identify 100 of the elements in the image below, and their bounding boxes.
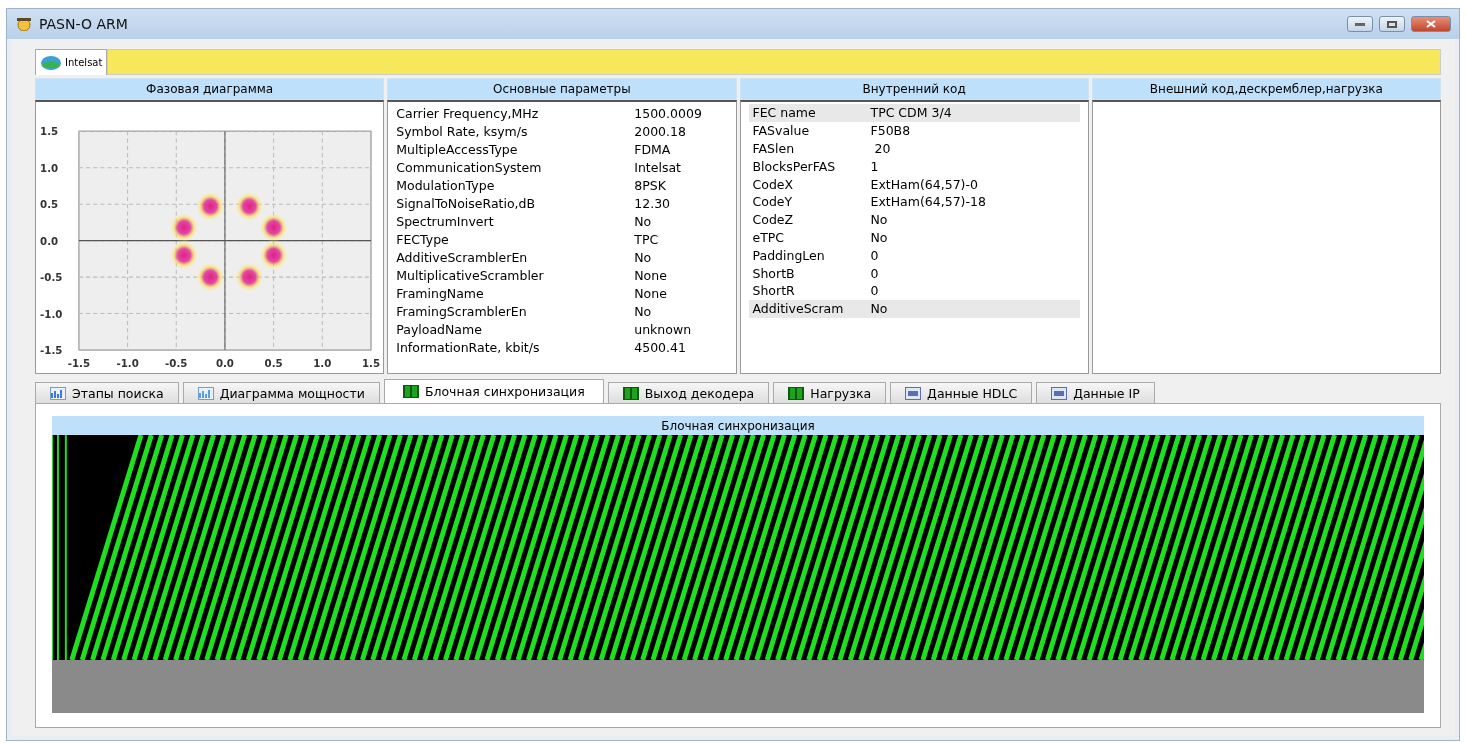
- param-row[interactable]: AdditiveScram No: [748, 299, 1080, 318]
- close-button[interactable]: [1411, 16, 1451, 32]
- param-value: 0: [870, 265, 880, 281]
- close-icon: [1426, 20, 1436, 28]
- param-name: CodeY: [752, 194, 794, 210]
- param-row[interactable]: PaddingLen 0: [748, 246, 1080, 265]
- panel-header: Внутренний код: [739, 78, 1089, 100]
- param-value: 8PSK: [634, 177, 667, 193]
- param-name: SpectrumInvert: [396, 213, 495, 229]
- blocks-icon: [402, 385, 419, 398]
- x-tick-label: -1.5: [67, 356, 91, 369]
- param-row[interactable]: CodeX ExtHam(64,57)-0: [748, 175, 1080, 193]
- param-value: None: [634, 285, 668, 301]
- panel-header: Фазовая диаграмма: [35, 78, 385, 100]
- y-tick-label: 1.5: [40, 125, 59, 138]
- y-tick-label: -1.0: [40, 307, 63, 320]
- param-value: 4500.41: [634, 339, 687, 355]
- param-value: No: [870, 301, 889, 317]
- param-name: ShortR: [752, 283, 796, 299]
- param-row[interactable]: ShortR 0: [748, 281, 1080, 300]
- param-value: None: [634, 267, 668, 283]
- param-value: 1: [870, 158, 880, 174]
- param-name: FramingScramblerEn: [396, 303, 528, 319]
- tab[interactable]: Данные IP: [1036, 382, 1155, 403]
- param-name: Symbol Rate, ksym/s: [396, 123, 529, 139]
- param-row[interactable]: FASvalue F50B8: [748, 121, 1080, 140]
- y-tick-label: -1.5: [40, 344, 63, 357]
- param-name: CodeZ: [752, 212, 795, 228]
- y-tick-label: 0.5: [40, 198, 59, 211]
- param-row[interactable]: CodeY ExtHam(64,57)-18: [748, 193, 1080, 211]
- param-value: 12.30: [634, 195, 672, 211]
- panel-header: Основные параметры: [387, 78, 737, 100]
- param-value: No: [870, 229, 889, 245]
- param-value: 0: [870, 283, 880, 299]
- param-name: FEC name: [752, 105, 817, 121]
- maximize-button[interactable]: [1379, 16, 1405, 32]
- param-row[interactable]: FEC name TPC CDM 3/4: [748, 104, 1080, 122]
- param-name: CodeX: [752, 176, 795, 192]
- app-icon: [15, 17, 33, 31]
- param-row[interactable]: eTPC No: [748, 228, 1080, 247]
- panel-header: Внешний код,дескремблер,нагрузка: [1091, 78, 1441, 100]
- param-row[interactable]: FASlen 20: [748, 139, 1080, 158]
- y-tick-label: 0.0: [40, 234, 59, 247]
- ip-icon: [1051, 386, 1068, 400]
- param-name: CommunicationSystem: [396, 159, 543, 175]
- param-name: PayloadName: [396, 321, 483, 337]
- bar-chart-icon: [50, 386, 66, 400]
- param-row[interactable]: CodeZ No: [748, 210, 1080, 229]
- param-name: ModulationType: [396, 177, 496, 193]
- param-name: InformationRate, kbit/s: [396, 339, 541, 355]
- param-value: 0: [870, 247, 880, 263]
- param-value: FDMA: [634, 141, 672, 157]
- param-name: MultipleAccessType: [396, 141, 519, 157]
- tab[interactable]: Нагрузка: [773, 382, 887, 403]
- x-tick-label: -1.0: [116, 356, 139, 369]
- view-header: Блочная синхронизация: [52, 416, 1424, 435]
- x-tick-label: 0.5: [264, 356, 283, 369]
- param-value: 1500.0009: [634, 105, 703, 121]
- param-name: FECType: [396, 231, 450, 247]
- tab[interactable]: Данные HDLC: [890, 382, 1033, 403]
- x-tick-label: 1.5: [361, 356, 381, 369]
- hdlc-icon: [905, 386, 922, 400]
- tab[interactable]: Выход декодера: [607, 382, 770, 403]
- param-name: eTPC: [752, 229, 786, 245]
- window-title: PASN-O ARM: [39, 16, 129, 32]
- blocks-icon: [788, 386, 805, 400]
- param-value: unknown: [634, 321, 693, 337]
- param-value: No: [634, 303, 653, 319]
- param-value: ExtHam(64,57)-0: [870, 176, 979, 192]
- maximize-icon: [1387, 20, 1397, 28]
- param-value: TPC: [634, 231, 660, 247]
- param-name: MultiplicativeScrambler: [396, 267, 545, 283]
- system-tab[interactable]: Intelsat: [35, 49, 108, 75]
- minimize-icon: [1355, 22, 1365, 26]
- param-row[interactable]: ShortB 0: [748, 264, 1080, 282]
- param-name: FASlen: [752, 141, 796, 156]
- area-chart-icon: [197, 386, 214, 400]
- minimize-button[interactable]: [1347, 16, 1373, 32]
- param-value: F50B8: [870, 123, 912, 139]
- tab[interactable]: Диаграмма мощности: [182, 382, 380, 403]
- param-value: 20: [873, 141, 892, 156]
- x-tick-label: 1.0: [313, 356, 332, 369]
- param-name: AdditiveScram: [752, 301, 845, 317]
- tab[interactable]: Этапы поиска: [35, 382, 179, 403]
- param-name: PaddingLen: [752, 247, 826, 263]
- param-value: No: [634, 213, 653, 229]
- x-tick-label: 0.0: [215, 356, 234, 369]
- param-value: ExtHam(64,57)-18: [870, 194, 987, 210]
- globe-icon: [40, 54, 62, 71]
- param-value: Intelsat: [634, 159, 682, 175]
- param-value: No: [634, 249, 653, 265]
- y-tick-label: 1.0: [40, 161, 59, 174]
- param-value: 2000.18: [634, 123, 687, 139]
- param-name: ShortB: [752, 265, 796, 281]
- blocks-icon: [622, 386, 639, 400]
- param-row[interactable]: BlocksPerFAS 1: [748, 157, 1080, 176]
- x-tick-label: -0.5: [165, 356, 188, 369]
- param-value: TPC CDM 3/4: [870, 105, 953, 121]
- tab[interactable]: Блочная синхронизация: [383, 379, 604, 403]
- y-tick-label: -0.5: [40, 271, 63, 284]
